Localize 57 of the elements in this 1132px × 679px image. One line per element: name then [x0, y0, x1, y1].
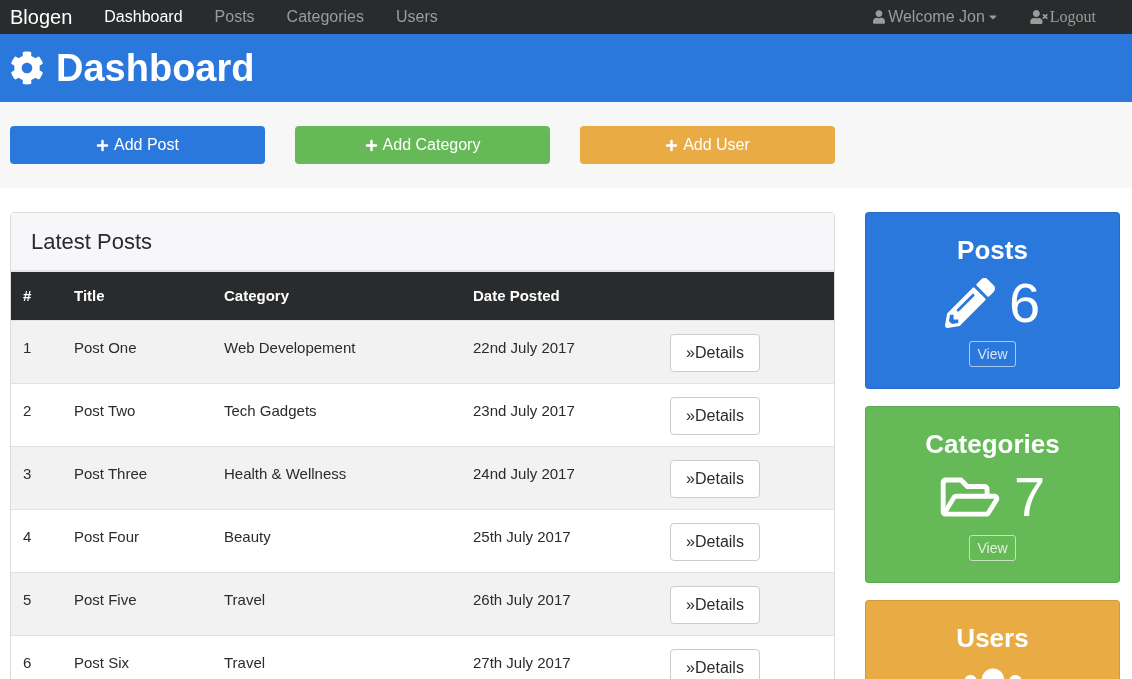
- table-cell-text: 2: [23, 401, 32, 421]
- stat-count: 6: [1008, 273, 1041, 333]
- stat-title: Posts: [957, 234, 1028, 267]
- table-cell-text: 5: [23, 590, 32, 610]
- user-menu[interactable]: Welcome Jon: [873, 5, 998, 29]
- table-cell-text: Travel: [224, 590, 266, 610]
- settings-icon: [10, 51, 44, 85]
- details-button[interactable]: »Details: [670, 649, 760, 679]
- column-header: Category: [223, 285, 290, 306]
- table-cell-text: 26th July 2017: [473, 590, 571, 610]
- details-button[interactable]: »Details: [670, 586, 760, 624]
- details-button[interactable]: »Details: [670, 460, 760, 498]
- table-cell-text: Tech Gadgets: [224, 401, 317, 421]
- table-cell-text: 4: [23, 527, 32, 547]
- column-header: Title: [73, 285, 105, 306]
- stat-title: Categories: [925, 428, 1060, 461]
- user-icon: [873, 10, 886, 24]
- stat-count: 7: [1013, 467, 1046, 527]
- table-cell-text: Post Six: [74, 653, 130, 673]
- page-title: Dashboard: [56, 45, 255, 91]
- table-cell-text: Post Two: [74, 401, 136, 421]
- nav-link[interactable]: Dashboard: [104, 5, 183, 29]
- details-button[interactable]: »Details: [670, 523, 760, 561]
- table-cell-text: Post Four: [74, 527, 140, 547]
- table-cell-text: 27th July 2017: [473, 653, 571, 673]
- user-remove-icon: [1029, 10, 1048, 24]
- nav-link[interactable]: Categories: [286, 5, 364, 29]
- column-header: Date Posted: [472, 285, 560, 306]
- plus-icon: [96, 138, 110, 152]
- logout-link[interactable]: Logout: [1029, 5, 1096, 29]
- plus-icon: [364, 138, 378, 152]
- table-cell-text: 25th July 2017: [473, 527, 571, 547]
- view-button[interactable]: View: [969, 341, 1016, 367]
- table-cell-text: Post Five: [74, 590, 137, 610]
- details-button[interactable]: »Details: [670, 397, 760, 435]
- table-cell-text: Beauty: [224, 527, 271, 547]
- add-button[interactable]: Add Post: [10, 126, 265, 164]
- table-cell-text: Health & Wellness: [224, 464, 347, 484]
- table-cell-text: Web Developement: [224, 338, 356, 358]
- table-cell-text: 1: [23, 338, 32, 358]
- details-button[interactable]: »Details: [670, 334, 760, 372]
- table-cell-text: 3: [23, 464, 32, 484]
- card-title: Latest Posts: [31, 228, 153, 256]
- table-cell-text: Travel: [224, 653, 266, 673]
- brand-name[interactable]: Blogen: [10, 2, 73, 32]
- column-header: #: [22, 285, 32, 306]
- pencil-icon: [944, 278, 995, 328]
- table-cell-text: 24nd July 2017: [473, 464, 575, 484]
- nav-link[interactable]: Posts: [214, 5, 255, 29]
- table-cell-text: Post One: [74, 338, 137, 358]
- nav-link[interactable]: Users: [395, 5, 438, 29]
- table-cell-text: Post Three: [74, 464, 148, 484]
- table-cell-text: 23nd July 2017: [473, 401, 575, 421]
- plus-icon: [665, 138, 679, 152]
- table-cell-text: 22nd July 2017: [473, 338, 575, 358]
- stat-title: Users: [956, 622, 1029, 655]
- table-cell-text: 6: [23, 653, 32, 673]
